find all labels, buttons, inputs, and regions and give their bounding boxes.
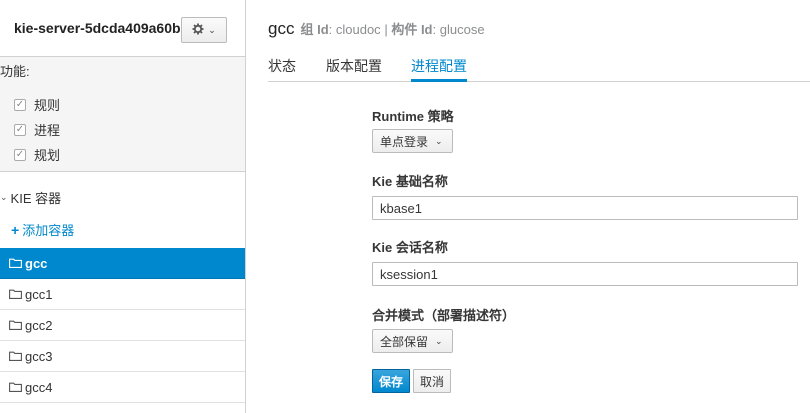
add-container-link[interactable]: + 添加容器 [11,220,74,239]
runtime-strategy-select[interactable]: 单点登录 ⌄ [372,129,453,153]
kie-containers-title: KIE 容器 [10,191,62,206]
capability-planning: ✓ 规划 [14,145,60,164]
container-name: gcc1 [25,286,53,302]
server-actions-dropdown[interactable]: ⌄ [181,17,227,43]
check-icon: ✓ [14,148,26,161]
folder-icon [9,351,22,361]
group-id-value: cloudoc [335,22,381,37]
container-meta: 组 Id: cloudoc | 构件 Id: glucose [300,22,485,37]
add-container-label: 添加容器 [22,223,75,238]
capability-processes: ✓ 进程 [14,120,60,139]
features-title: 功能: [0,64,30,79]
container-header: gcc 组 Id: cloudoc | 构件 Id: glucose [268,19,485,39]
features-panel: 功能: ✓ 规则 ✓ 进程 ✓ 规划 [0,57,245,172]
chevron-down-icon: ⌄ [435,335,443,346]
save-button[interactable]: 保存 [372,369,410,393]
chevron-down-icon: ⌄ [0,192,8,202]
chevron-down-icon: ⌄ [435,135,443,146]
meta-separator: | [384,22,388,37]
check-icon: ✓ [14,98,26,111]
sidebar: kie-server-5dcda409a60b ⌄ 功能: ✓ 规则 ✓ 进程 … [0,0,246,413]
kbase-input[interactable]: kbase1 [372,196,798,220]
tab-process-config[interactable]: 进程配置 [411,56,467,82]
tab-status[interactable]: 状态 [268,56,296,82]
container-item-gcc2[interactable]: gcc2 [0,310,245,341]
container-name: gcc2 [25,317,53,333]
group-id-label: 组 Id [300,22,329,37]
check-icon: ✓ [14,123,26,136]
kie-containers-toggle[interactable]: ⌄ KIE 容器 [0,188,61,207]
capability-label: 规则 [34,98,61,113]
artifact-id-label: 构件 Id [391,22,433,37]
merge-mode-value: 全部保留 [380,334,429,349]
folder-icon [9,258,22,268]
runtime-strategy-value: 单点登录 [380,134,429,149]
plus-icon: + [11,221,20,238]
tab-version-config[interactable]: 版本配置 [326,56,382,82]
server-name: kie-server-5dcda409a60b [14,20,181,36]
merge-mode-select[interactable]: 全部保留 ⌄ [372,329,453,353]
container-item-gcc3[interactable]: gcc3 [0,341,245,372]
ksession-label: Kie 会话名称 [372,240,448,255]
container-name: gcc3 [25,348,53,364]
kbase-label: Kie 基础名称 [372,174,448,189]
container-name: gcc [25,255,48,271]
capability-label: 进程 [34,123,61,138]
runtime-strategy-label: Runtime 策略 [372,109,454,124]
folder-icon [9,320,22,330]
container-list: gcc gcc1 gcc2 gcc3 gcc4 [0,248,245,403]
folder-icon [9,289,22,299]
capability-rules: ✓ 规则 [14,95,60,114]
container-name: gcc4 [25,379,53,395]
capability-label: 规划 [34,148,61,163]
merge-mode-label: 合并模式（部署描述符） [372,308,516,323]
tab-bar: 状态 版本配置 进程配置 [268,56,810,82]
gear-icon [192,23,204,38]
container-item-gcc1[interactable]: gcc1 [0,279,245,310]
chevron-down-icon: ⌄ [208,24,216,35]
container-item-gcc4[interactable]: gcc4 [0,372,245,403]
folder-icon [9,382,22,392]
ksession-input[interactable]: ksession1 [372,262,798,286]
container-title: gcc [268,19,295,38]
cancel-button[interactable]: 取消 [413,369,451,393]
container-item-gcc[interactable]: gcc [0,248,245,279]
artifact-id-value: glucose [439,22,485,37]
